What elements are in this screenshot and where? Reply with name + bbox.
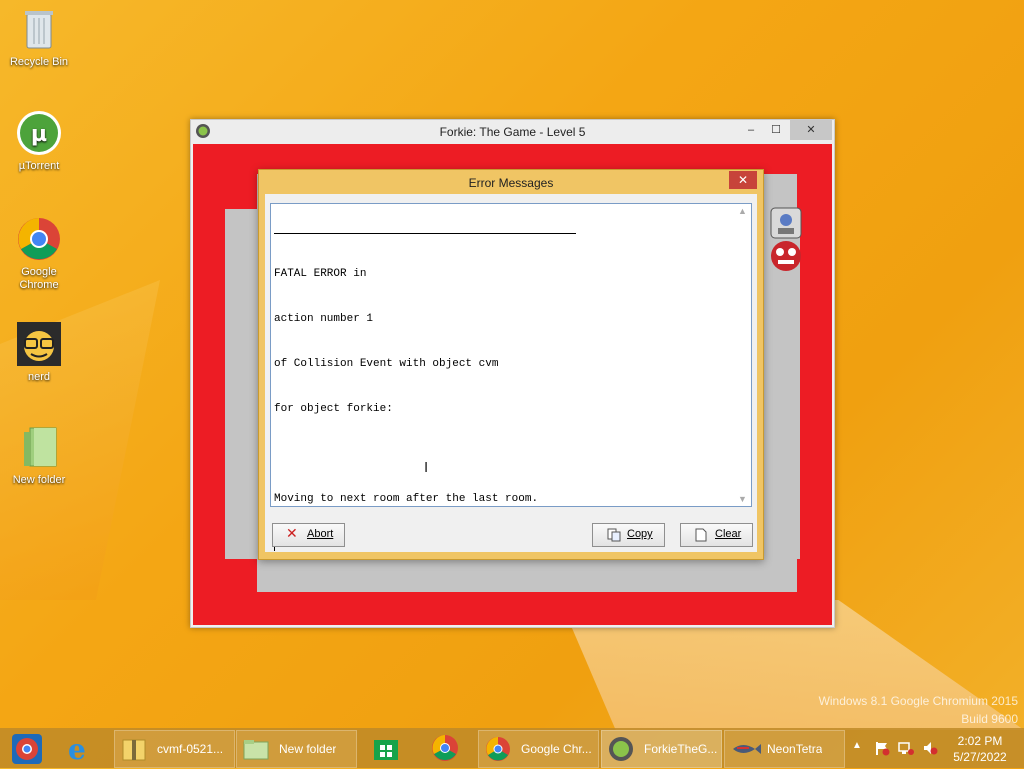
ibeam-cursor-icon: I — [424, 459, 429, 476]
taskbar-item-label: NeonTetra — [767, 742, 823, 756]
chrome-icon — [16, 216, 62, 262]
dialog-title: Error Messages — [468, 176, 554, 190]
taskbar-item-google-chrome[interactable]: Google Chr... — [478, 730, 599, 768]
action-center-flag-icon[interactable] — [874, 740, 890, 759]
copy-button-label: Copy — [627, 528, 653, 540]
taskbar-pin-ie[interactable]: e — [62, 731, 102, 766]
error-dialog: Error Messages ✕ FATAL ERROR in action n… — [258, 169, 764, 560]
desktop-icon-label: µTorrent — [18, 160, 60, 172]
clear-page-icon — [695, 528, 707, 542]
internet-explorer-icon: e — [68, 733, 86, 766]
desktop-icon-label: nerd — [27, 371, 51, 383]
copy-button[interactable]: Copy — [592, 523, 665, 547]
neon-tetra-fish-icon — [731, 736, 761, 762]
cvm-sprite-icon — [768, 206, 804, 279]
copy-icon — [607, 528, 621, 542]
message-line: Moving to next room after the last room. — [274, 493, 539, 505]
scroll-up-arrow-icon[interactable]: ▲ — [738, 206, 747, 216]
tray-chevron-up-icon[interactable]: ▲ — [852, 740, 862, 751]
dialog-close-button[interactable]: ✕ — [729, 171, 757, 189]
taskbar-item-label: cvmf-0521... — [157, 742, 224, 756]
utorrent-icon: µ — [16, 110, 62, 156]
zip-folder-icon — [121, 736, 147, 762]
desktop-icon-label: Recycle Bin — [9, 56, 69, 68]
desktop-icon-google-chrome[interactable]: Google Chrome — [1, 216, 77, 292]
recycle-bin-icon — [16, 6, 62, 52]
taskbar: e cvmf-0521... New folder Google Chr... … — [0, 728, 1024, 768]
folder-icon — [16, 424, 62, 470]
volume-muted-icon[interactable] — [922, 740, 938, 759]
start-chrome-orb-icon — [10, 732, 44, 769]
message-line: of Collision Event with object cvm — [274, 358, 499, 370]
windows-store-icon — [372, 734, 400, 765]
vertical-scrollbar[interactable]: ▲ ▼ — [734, 204, 751, 506]
start-button[interactable] — [6, 731, 46, 765]
message-separator — [274, 233, 576, 234]
taskbar-pin-store[interactable] — [366, 731, 406, 765]
taskbar-item-label: Google Chr... — [521, 742, 592, 756]
taskbar-item-neontetra[interactable]: NeonTetra — [724, 730, 845, 768]
scroll-down-arrow-icon[interactable]: ▼ — [738, 494, 747, 504]
desktop-icon-nerd[interactable]: nerd — [1, 321, 77, 384]
close-button[interactable]: ✕ — [790, 120, 832, 140]
clear-button-label: Clear — [715, 528, 742, 540]
maximize-button[interactable]: ☐ — [766, 120, 786, 140]
dialog-body: FATAL ERROR in action number 1 of Collis… — [265, 194, 757, 552]
desktop-icon-new-folder[interactable]: New folder — [1, 424, 77, 487]
nerd-face-icon — [16, 321, 62, 367]
error-message-textarea[interactable]: FATAL ERROR in action number 1 of Collis… — [270, 203, 752, 551]
chrome-icon — [431, 734, 459, 765]
desktop-icon-recycle-bin[interactable]: Recycle Bin — [1, 6, 77, 69]
network-icon[interactable] — [898, 740, 914, 759]
game-gear-icon — [608, 736, 634, 762]
message-line: action number 1 — [274, 313, 374, 325]
taskbar-clock[interactable]: 2:02 PM 5/27/2022 — [944, 733, 1016, 765]
taskbar-item-label: New folder — [279, 742, 337, 756]
clock-time: 2:02 PM — [957, 734, 1003, 748]
os-watermark-line2: Build 9600 — [961, 712, 1018, 726]
message-line: for object forkie: — [274, 403, 393, 415]
taskbar-pin-chrome[interactable] — [426, 731, 466, 765]
taskbar-item-new-folder[interactable]: New folder — [236, 730, 357, 768]
taskbar-item-forkie[interactable]: ForkieTheG... — [601, 730, 722, 768]
clock-date: 5/27/2022 — [953, 750, 1007, 764]
desktop-icon-label: New folder — [12, 474, 66, 486]
desktop-icon-utorrent[interactable]: µ µTorrent — [1, 110, 77, 173]
taskbar-item-cvmf[interactable]: cvmf-0521... — [114, 730, 235, 768]
folder-icon — [243, 736, 269, 762]
svg-text:µ: µ — [31, 122, 47, 147]
taskbar-item-label: ForkieTheG... — [644, 742, 718, 756]
clear-button[interactable]: Clear — [680, 523, 753, 547]
message-line — [274, 447, 538, 462]
abort-button-label: Abort — [307, 528, 334, 540]
minimize-button[interactable]: – — [741, 120, 761, 140]
abort-x-icon: ✕ — [286, 525, 298, 541]
abort-button[interactable]: ✕ Abort — [272, 523, 345, 547]
window-title: Forkie: The Game - Level 5 — [439, 125, 586, 139]
message-line: FATAL ERROR in — [274, 268, 367, 280]
os-watermark-line1: Windows 8.1 Google Chromium 2015 — [818, 694, 1018, 708]
dialog-titlebar[interactable]: Error Messages ✕ — [259, 170, 763, 194]
chrome-icon — [485, 736, 511, 762]
desktop-icon-label: Google Chrome — [19, 266, 59, 291]
window-titlebar[interactable]: Forkie: The Game - Level 5 – ☐ ✕ — [191, 120, 834, 144]
